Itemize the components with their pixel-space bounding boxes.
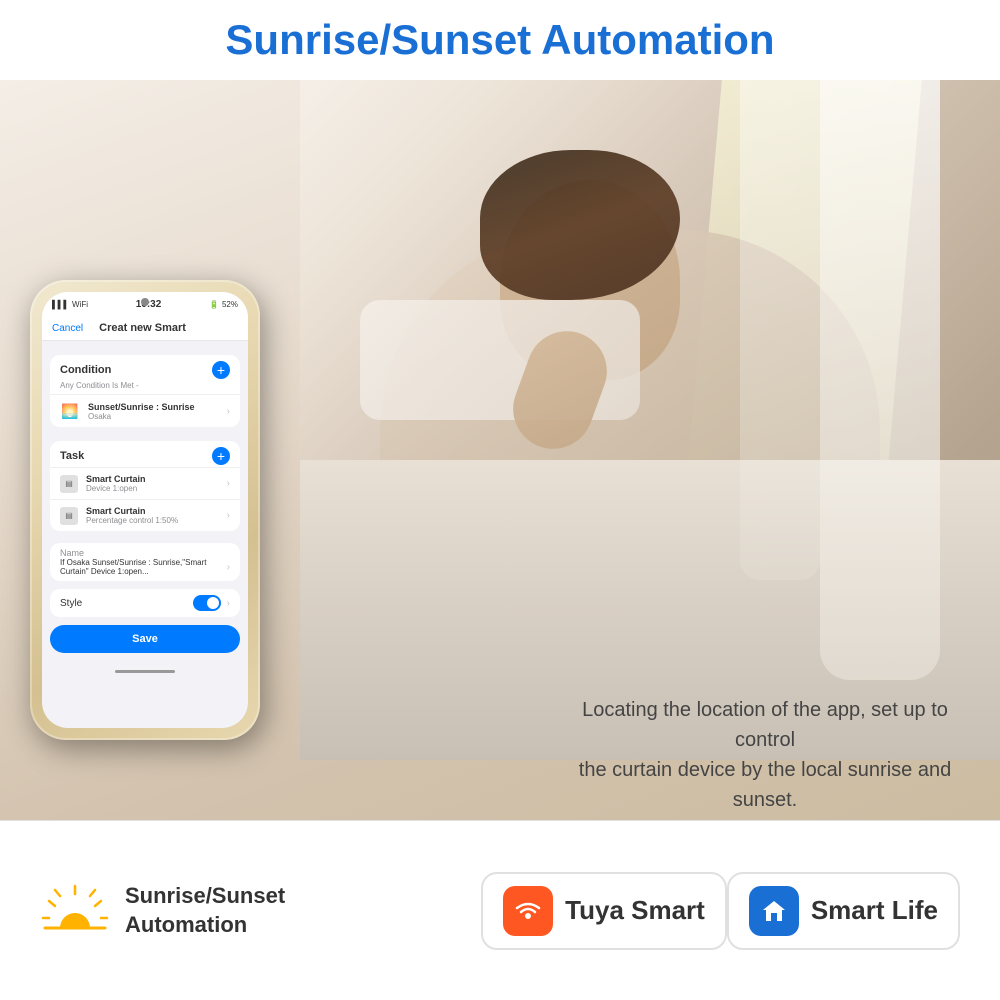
tuya-icon: [503, 886, 553, 936]
name-value-row: If Osaka Sunset/Sunrise : Sunrise,"Smart…: [60, 558, 230, 576]
name-chevron: ›: [227, 562, 230, 573]
status-left-icons: ▌▌▌ WiFi: [52, 300, 88, 309]
condition-item-sub: Osaka: [88, 412, 219, 421]
cancel-button[interactable]: Cancel: [52, 323, 83, 334]
task-item-1-text: Smart Curtain Device 1:open: [86, 474, 219, 493]
description-line-2: the curtain device by the local sunrise …: [550, 755, 980, 815]
name-label: Name: [60, 548, 230, 558]
condition-block: Condition + Any Condition Is Met - 🌅 Sun…: [50, 355, 240, 427]
task-block: Task + ▤ Smart Curtain Device 1:open › ▤: [50, 441, 240, 531]
add-task-button[interactable]: +: [212, 447, 230, 465]
task-item-2-sub: Percentage control 1:50%: [86, 516, 219, 525]
condition-item-text: Sunset/Sunrise : Sunrise Osaka: [88, 402, 219, 421]
condition-item-title: Sunset/Sunrise : Sunrise: [88, 402, 219, 412]
chevron-icon-2: ›: [227, 478, 230, 489]
style-right: ›: [193, 595, 230, 611]
phone-screen: ▌▌▌ WiFi 10:32 🔋 52% Cancel Creat new Sm…: [42, 292, 248, 728]
task-item-1[interactable]: ▤ Smart Curtain Device 1:open ›: [50, 467, 240, 499]
home-indicator: [42, 661, 248, 681]
main-title: Sunrise/Sunset Automation: [225, 16, 774, 64]
name-field: Name If Osaka Sunset/Sunrise : Sunrise,"…: [50, 543, 240, 581]
curtain-icon-1: ▤: [60, 475, 78, 493]
spacer3: [42, 531, 248, 537]
smart-life-icon: [749, 886, 799, 936]
page-title: Creat new Smart: [99, 322, 186, 334]
style-chevron: ›: [227, 598, 230, 609]
task-item-2[interactable]: ▤ Smart Curtain Percentage control 1:50%…: [50, 499, 240, 531]
chevron-icon-3: ›: [227, 510, 230, 521]
condition-subtitle: Any Condition Is Met -: [50, 381, 240, 394]
spacer: [42, 341, 248, 347]
style-toggle[interactable]: [193, 595, 221, 611]
sunrise-label-line2: Automation: [125, 911, 285, 940]
style-label: Style: [60, 598, 82, 609]
task-item-1-sub: Device 1:open: [86, 484, 219, 493]
task-item-2-text: Smart Curtain Percentage control 1:50%: [86, 506, 219, 525]
spacer2: [42, 427, 248, 433]
status-right-icons: 🔋 52%: [209, 300, 238, 309]
smart-life-app-name: Smart Life: [811, 895, 938, 926]
home-bar: [115, 670, 175, 673]
add-condition-button[interactable]: +: [212, 361, 230, 379]
signal-icon: ▌▌▌: [52, 300, 69, 309]
sunrise-label-line1: Sunrise/Sunset: [125, 882, 285, 911]
name-value: If Osaka Sunset/Sunrise : Sunrise,"Smart…: [60, 558, 227, 576]
sunrise-icon: 🌅: [60, 401, 80, 421]
bedroom-scene: [300, 80, 1000, 760]
sun-icon-large: [40, 876, 110, 946]
phone-content: Condition + Any Condition Is Met - 🌅 Sun…: [42, 341, 248, 661]
description-line-1: Locating the location of the app, set up…: [550, 695, 980, 755]
task-header: Task +: [50, 441, 240, 467]
condition-item[interactable]: 🌅 Sunset/Sunrise : Sunrise Osaka ›: [50, 394, 240, 427]
title-area: Sunrise/Sunset Automation: [0, 0, 1000, 80]
app-header: Cancel Creat new Smart: [42, 316, 248, 341]
condition-title: Condition: [60, 364, 111, 376]
save-btn-wrapper: Save: [42, 617, 248, 661]
task-item-1-title: Smart Curtain: [86, 474, 219, 484]
sunrise-badge: Sunrise/Sunset Automation: [40, 876, 481, 946]
phone-outer: ▌▌▌ WiFi 10:32 🔋 52% Cancel Creat new Sm…: [30, 280, 260, 740]
battery-pct: 52%: [222, 300, 238, 309]
description-area: Locating the location of the app, set up…: [550, 695, 980, 815]
chevron-icon: ›: [227, 406, 230, 417]
bottom-bar: Sunrise/Sunset Automation Tuya Smart Sma…: [0, 820, 1000, 1000]
task-title: Task: [60, 450, 84, 462]
phone-mockup: ▌▌▌ WiFi 10:32 🔋 52% Cancel Creat new Sm…: [30, 280, 260, 740]
sunrise-label-text: Sunrise/Sunset Automation: [125, 882, 285, 939]
style-field: Style ›: [50, 589, 240, 617]
wifi-icon: WiFi: [72, 300, 88, 309]
tuya-smart-badge[interactable]: Tuya Smart: [481, 872, 727, 950]
tuya-app-name: Tuya Smart: [565, 895, 705, 926]
condition-header: Condition +: [50, 355, 240, 381]
task-item-2-title: Smart Curtain: [86, 506, 219, 516]
smart-life-badge[interactable]: Smart Life: [727, 872, 960, 950]
spacer4: [42, 581, 248, 585]
curtain-icon-2: ▤: [60, 507, 78, 525]
save-button[interactable]: Save: [50, 625, 240, 653]
battery-icon: 🔋: [209, 300, 219, 309]
